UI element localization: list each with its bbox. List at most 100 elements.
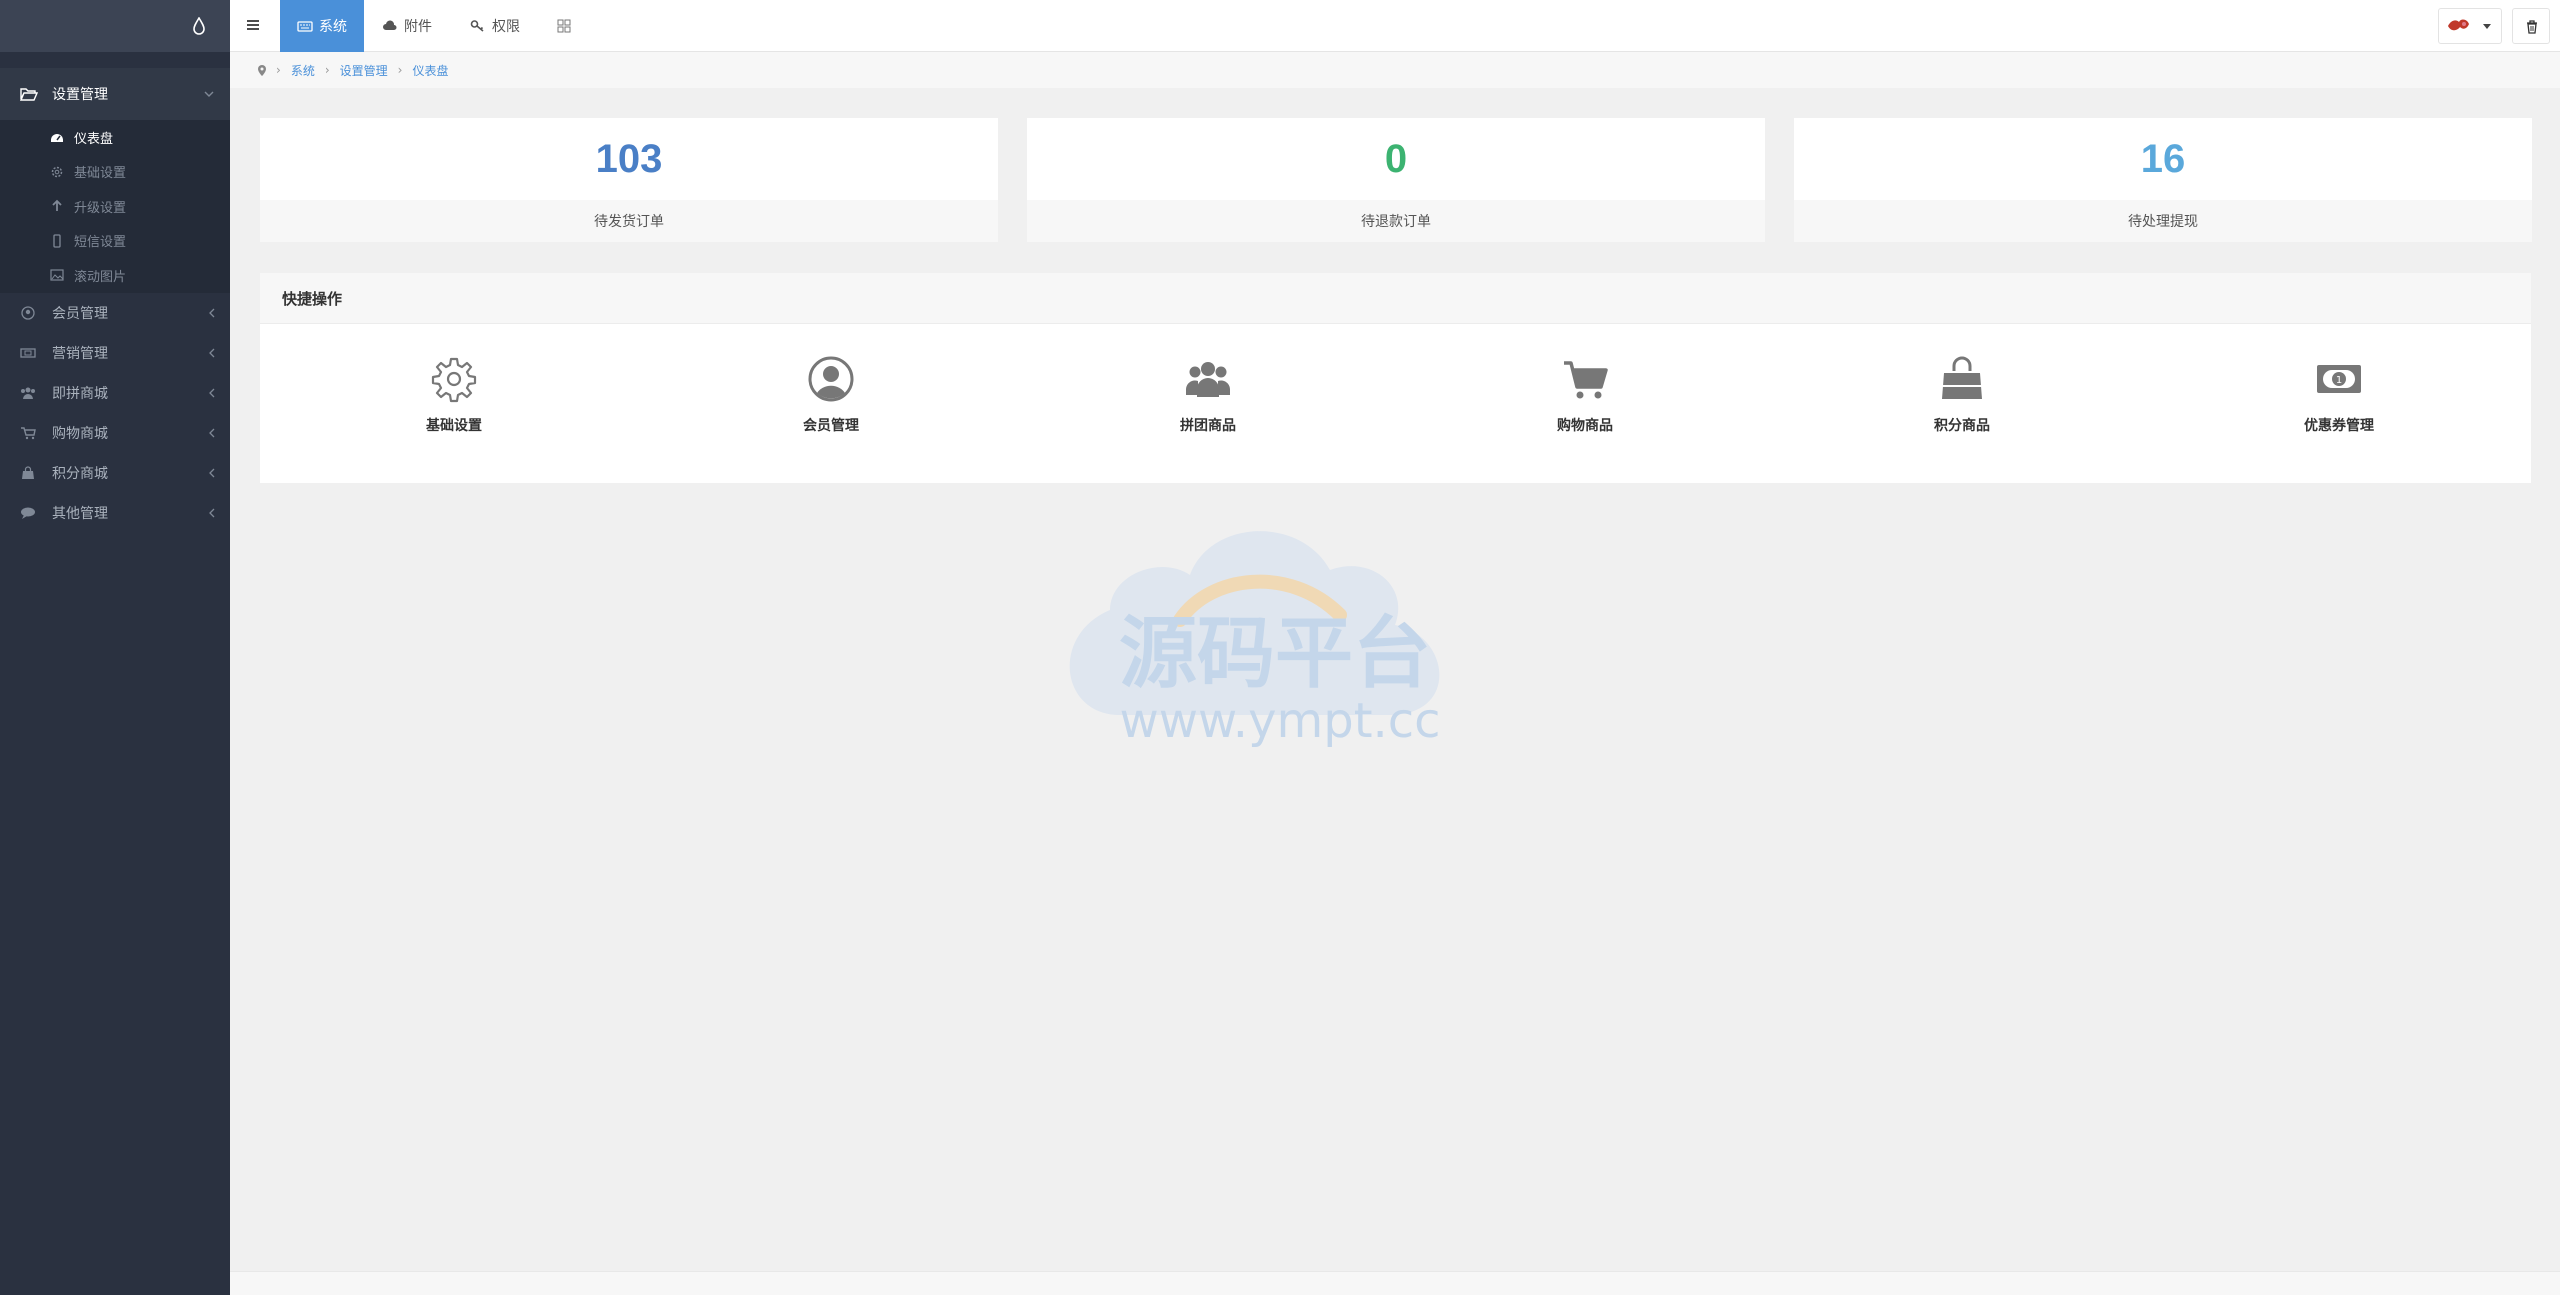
ticket-icon [20, 347, 36, 358]
key-icon [470, 20, 484, 32]
stat-card-pending-shipment[interactable]: 103 待发货订单 [260, 118, 998, 242]
sidebar-item-sms-settings[interactable]: 短信设置 [0, 224, 230, 259]
breadcrumb: › 系统 › 设置管理 › 仪表盘 [230, 52, 2560, 88]
chevron-left-icon [209, 508, 215, 517]
tab-attachments[interactable]: 附件 [382, 0, 432, 52]
trash-icon [2527, 20, 2537, 34]
sidebar-group-label: 会员管理 [52, 305, 108, 322]
chevron-left-icon [209, 388, 215, 397]
tint-icon[interactable] [192, 17, 206, 35]
quick-action-label: 购物商品 [1557, 418, 1613, 434]
sidebar-item-upgrade-settings[interactable]: 升级设置 [0, 189, 230, 224]
breadcrumb-link[interactable]: 系统 [291, 62, 315, 79]
top-navbar: 系统 附件 权限 [230, 0, 2560, 52]
avatar-icon [2448, 19, 2469, 31]
tab-permissions[interactable]: 权限 [470, 0, 520, 52]
chevron-down-icon [204, 91, 214, 97]
image-icon [50, 269, 64, 281]
quick-action-member-management[interactable]: 会员管理 [731, 355, 931, 435]
footer-bar [230, 1271, 2560, 1295]
tab-label: 系统 [319, 19, 347, 35]
sidebar-item-basic-settings[interactable]: 基础设置 [0, 155, 230, 190]
keyboard-icon [297, 21, 313, 32]
chevron-left-icon [209, 468, 215, 477]
svg-text:1: 1 [2336, 375, 2342, 386]
stat-label: 待处理提现 [1794, 200, 2532, 242]
folder-open-icon [20, 88, 38, 101]
watermark-title: 源码平台 [1119, 609, 1431, 699]
breadcrumb-current[interactable]: 仪表盘 [412, 62, 448, 79]
gear-icon [431, 357, 477, 403]
tab-system[interactable]: 系统 [280, 0, 364, 52]
gear-icon [51, 166, 63, 177]
users-icon [21, 387, 35, 399]
tab-label: 权限 [492, 19, 520, 35]
clear-cache-button[interactable] [2512, 8, 2550, 44]
sidebar-item-dashboard[interactable]: 仪表盘 [0, 120, 230, 155]
users-icon [1186, 362, 1230, 397]
quick-action-basic-settings[interactable]: 基础设置 [354, 355, 554, 435]
mobile-icon [53, 234, 61, 248]
bag-icon [1942, 356, 1982, 399]
map-marker-icon [258, 64, 266, 76]
user-circle-icon [21, 305, 35, 320]
sidebar-group-label: 即拼商城 [52, 385, 108, 402]
quick-action-label: 积分商品 [1934, 418, 1990, 434]
tab-label: 附件 [404, 19, 432, 35]
money-icon: 1 [2317, 365, 2361, 393]
sidebar-group-shop[interactable]: 购物商城 [0, 413, 230, 453]
sidebar-group-label: 营销管理 [52, 345, 108, 362]
quick-action-points-products[interactable]: 积分商品 [1862, 355, 2062, 435]
user-circle-icon [808, 356, 854, 402]
sidebar-group-other[interactable]: 其他管理 [0, 493, 230, 533]
dashboard-icon [51, 134, 63, 143]
stat-label: 待退款订单 [1027, 200, 1765, 242]
cart-icon [21, 426, 36, 439]
sidebar-group-label: 其他管理 [52, 505, 108, 522]
watermark-url: www.ympt.cc [1119, 693, 1440, 749]
sidebar-item-carousel[interactable]: 滚动图片 [0, 258, 230, 293]
chevron-left-icon [209, 428, 215, 437]
chevron-left-icon [209, 348, 215, 357]
sidebar-item-label: 升级设置 [74, 200, 127, 216]
tab-apps[interactable] [556, 0, 578, 52]
sidebar-item-label: 短信设置 [74, 235, 127, 251]
stat-label: 待发货订单 [260, 200, 998, 242]
sidebar-group-label: 购物商城 [52, 425, 108, 442]
watermark-logo: 源码平台 www.ympt.cc [1069, 531, 1441, 749]
sidebar-item-label: 滚动图片 [74, 269, 127, 285]
sidebar-item-label: 仪表盘 [74, 131, 114, 147]
stat-card-pending-refund[interactable]: 0 待退款订单 [1027, 118, 1765, 242]
sidebar-header [0, 0, 230, 52]
hamburger-menu-icon[interactable] [244, 16, 262, 34]
quick-action-shop-products[interactable]: 购物商品 [1485, 355, 1685, 435]
sidebar-group-label: 设置管理 [52, 87, 108, 103]
sidebar-group-members[interactable]: 会员管理 [0, 293, 230, 333]
stat-value: 0 [1384, 136, 1408, 181]
quick-action-label: 会员管理 [803, 418, 859, 434]
stat-card-pending-withdrawal[interactable]: 16 待处理提现 [1794, 118, 2532, 242]
sidebar: 设置管理 仪表盘 基础设置 升级设置 短信设置 滚动图片 会员管理 营销管理 即… [0, 0, 230, 1295]
quick-action-label: 拼团商品 [1180, 418, 1236, 434]
cloud-icon [383, 20, 397, 30]
bag-icon [22, 465, 34, 479]
sidebar-group-points-mall[interactable]: 积分商城 [0, 453, 230, 493]
stat-value: 103 [595, 136, 663, 181]
breadcrumb-link[interactable]: 设置管理 [340, 62, 388, 79]
sidebar-item-label: 基础设置 [74, 166, 127, 182]
sidebar-group-marketing[interactable]: 营销管理 [0, 333, 230, 373]
user-dropdown-button[interactable] [2438, 8, 2502, 44]
sidebar-group-settings[interactable]: 设置管理 [0, 68, 230, 120]
chevron-left-icon [209, 308, 215, 317]
arrow-up-icon [52, 199, 62, 212]
sidebar-group-group-buy[interactable]: 即拼商城 [0, 373, 230, 413]
chat-icon [21, 507, 35, 519]
sidebar-group-label: 积分商城 [52, 465, 108, 482]
cart-icon [1564, 361, 1608, 399]
quick-action-label: 基础设置 [426, 418, 482, 434]
quick-action-group-products[interactable]: 拼团商品 [1108, 355, 1308, 435]
breadcrumb-separator: › [276, 63, 281, 77]
quick-actions-panel: 快捷操作 基础设置 会员管理 拼团商品 购物商品 积分商品 1 优惠券管理 [260, 273, 2531, 483]
quick-action-coupon-management[interactable]: 1 优惠券管理 [2239, 355, 2439, 435]
caret-down-icon [2483, 24, 2491, 29]
